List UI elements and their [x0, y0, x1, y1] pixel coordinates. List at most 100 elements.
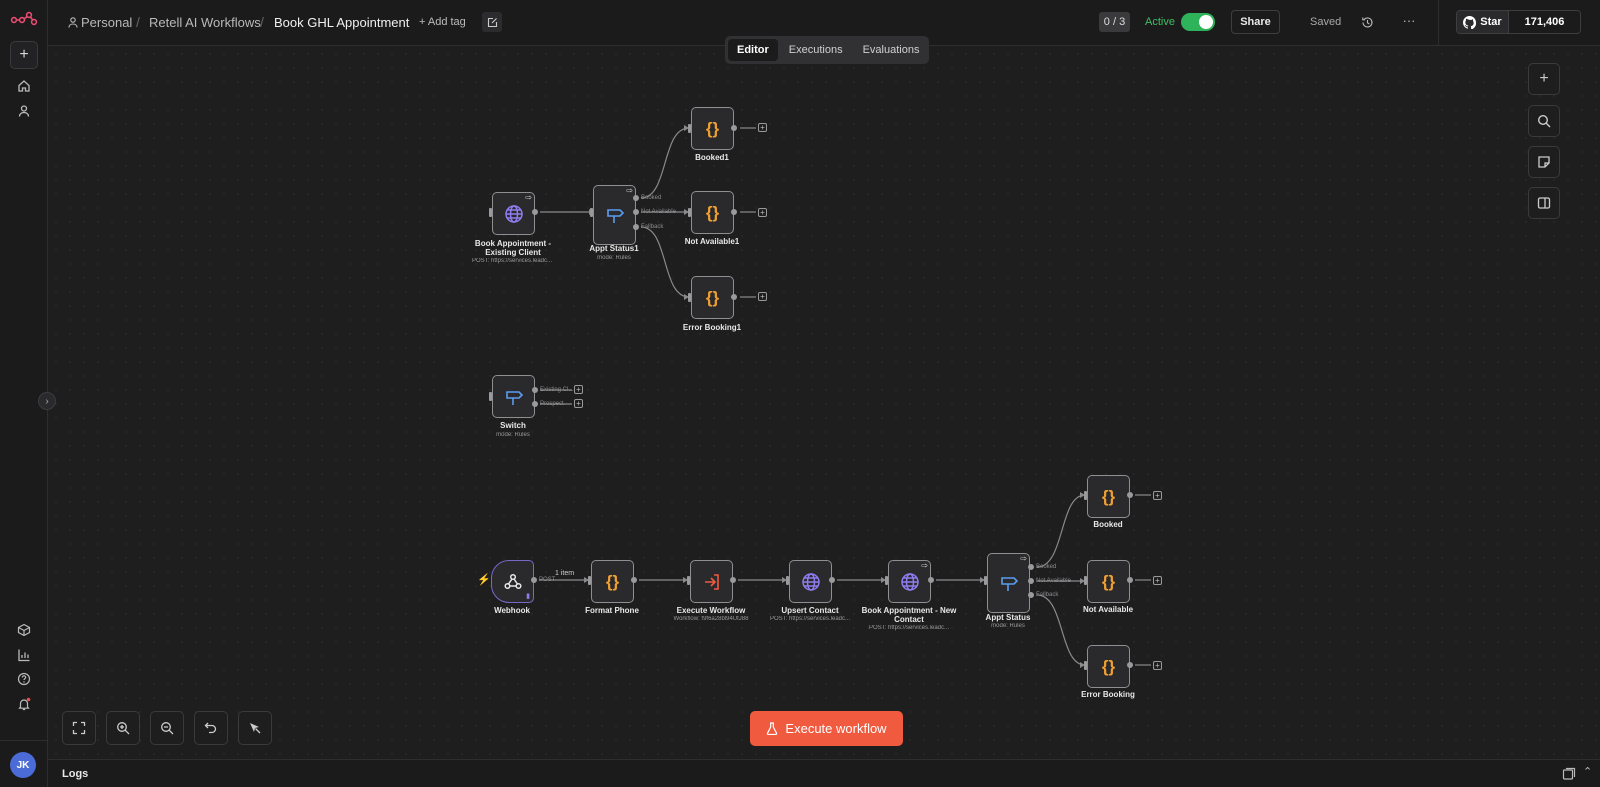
- output-label: Booked: [1036, 564, 1057, 570]
- code-node[interactable]: {}: [691, 107, 734, 150]
- help-icon[interactable]: [10, 665, 38, 693]
- signpost-icon: [606, 209, 624, 223]
- home-icon[interactable]: [10, 72, 38, 100]
- output-port[interactable]: [532, 209, 538, 215]
- templates-icon[interactable]: [10, 616, 38, 644]
- switch-node[interactable]: [492, 375, 535, 418]
- external-link-icon: ⇨: [626, 186, 633, 195]
- execute-workflow-button[interactable]: Execute workflow: [750, 711, 903, 746]
- workflow-canvas[interactable]: ⇨ Book Appointment - Existing Client POS…: [49, 47, 1600, 759]
- output-port[interactable]: [731, 294, 737, 300]
- curly-braces-icon: {}: [1101, 571, 1116, 591]
- add-node-button[interactable]: +: [758, 208, 767, 217]
- tab-executions[interactable]: Executions: [780, 39, 852, 61]
- add-node-button[interactable]: +: [758, 292, 767, 301]
- share-button[interactable]: Share: [1231, 10, 1280, 34]
- code-node[interactable]: {}: [691, 191, 734, 234]
- globe-icon: [801, 572, 820, 591]
- add-node-plus-icon[interactable]: +: [1528, 63, 1560, 95]
- active-toggle[interactable]: [1181, 13, 1215, 31]
- output-port[interactable]: [1127, 662, 1133, 668]
- edit-description-icon[interactable]: [482, 12, 502, 32]
- flask-icon: [767, 722, 778, 735]
- fit-view-icon[interactable]: [62, 711, 96, 745]
- tidy-up-wand-icon[interactable]: [238, 711, 272, 745]
- side-panel-icon[interactable]: [1528, 187, 1560, 219]
- workflow-name[interactable]: Book GHL Appointment: [274, 15, 409, 30]
- search-icon[interactable]: [1528, 105, 1560, 137]
- code-node[interactable]: {}: [1087, 560, 1130, 603]
- user-avatar[interactable]: JK: [10, 752, 36, 778]
- node-label: Book Appointment - Existing Client: [474, 239, 552, 257]
- sidebar-divider: [0, 740, 48, 741]
- output-port[interactable]: [731, 209, 737, 215]
- http-request-node[interactable]: [789, 560, 832, 603]
- zoom-in-icon[interactable]: [106, 711, 140, 745]
- webhook-trigger-node[interactable]: ▮: [491, 560, 534, 603]
- output-port[interactable]: [730, 577, 736, 583]
- http-request-node[interactable]: ⇨: [492, 192, 535, 235]
- signpost-icon: [1000, 577, 1018, 591]
- output-port[interactable]: [1028, 578, 1034, 584]
- history-icon[interactable]: [1358, 13, 1376, 31]
- output-port[interactable]: [1127, 577, 1133, 583]
- more-options-icon[interactable]: ···: [1400, 11, 1418, 29]
- switch-node[interactable]: ⇨: [593, 185, 636, 245]
- expand-sidebar-chevron-icon[interactable]: ›: [38, 392, 56, 410]
- code-node[interactable]: {}: [691, 276, 734, 319]
- output-port[interactable]: [531, 577, 537, 583]
- tab-editor[interactable]: Editor: [728, 39, 778, 61]
- output-port[interactable]: [631, 577, 637, 583]
- output-port[interactable]: [532, 387, 538, 393]
- n8n-logo-icon[interactable]: [6, 4, 42, 32]
- output-port[interactable]: [633, 209, 639, 215]
- output-port[interactable]: [928, 577, 934, 583]
- globe-icon: [504, 204, 523, 223]
- github-star-count: 171,406: [1508, 11, 1580, 33]
- add-node-button[interactable]: +: [1153, 491, 1162, 500]
- output-port[interactable]: [633, 224, 639, 230]
- output-label: Not Available: [641, 209, 676, 215]
- output-port[interactable]: [633, 195, 639, 201]
- http-request-node[interactable]: ⇨: [888, 560, 931, 603]
- add-node-button[interactable]: +: [758, 123, 767, 132]
- breadcrumb-personal[interactable]: Personal: [81, 15, 132, 30]
- add-tag-button[interactable]: + Add tag: [419, 16, 466, 28]
- pop-out-icon[interactable]: [1562, 767, 1576, 781]
- code-node[interactable]: {}: [591, 560, 634, 603]
- output-label: Fallback: [641, 224, 664, 230]
- output-port[interactable]: [829, 577, 835, 583]
- tab-evaluations[interactable]: Evaluations: [854, 39, 929, 61]
- node-label: Format Phone: [585, 606, 639, 615]
- undo-icon[interactable]: [194, 711, 228, 745]
- node-label: Switch: [500, 421, 526, 430]
- logs-panel-bar[interactable]: Logs ⌃: [48, 759, 1600, 787]
- breadcrumb-folder[interactable]: Retell AI Workflows: [149, 15, 261, 30]
- add-node-button[interactable]: +: [574, 385, 583, 394]
- add-node-button[interactable]: +: [574, 399, 583, 408]
- node-subtitle: POST: https://services.leadc...: [471, 258, 553, 264]
- output-port[interactable]: [731, 125, 737, 131]
- notifications-bell-icon[interactable]: [10, 690, 38, 718]
- curly-braces-icon: {}: [705, 202, 720, 222]
- code-node[interactable]: {}: [1087, 475, 1130, 518]
- add-node-button[interactable]: +: [1153, 661, 1162, 670]
- output-port[interactable]: [532, 401, 538, 407]
- chevron-up-icon[interactable]: ⌃: [1583, 765, 1592, 778]
- execute-workflow-label: Execute workflow: [785, 721, 887, 736]
- output-port[interactable]: [1028, 564, 1034, 570]
- user-icon[interactable]: [10, 97, 38, 125]
- code-node[interactable]: {}: [1087, 645, 1130, 688]
- execute-workflow-node[interactable]: [690, 560, 733, 603]
- switch-node[interactable]: ⇨: [987, 553, 1030, 613]
- create-button[interactable]: +: [10, 41, 38, 69]
- output-port[interactable]: [1028, 592, 1034, 598]
- zoom-out-icon[interactable]: [150, 711, 184, 745]
- sticky-note-icon[interactable]: [1528, 146, 1560, 178]
- external-link-icon: ⇨: [525, 193, 532, 202]
- node-label: Booked: [1093, 520, 1123, 529]
- output-port[interactable]: [1127, 492, 1133, 498]
- connection-lines: [539, 125, 1151, 668]
- add-node-button[interactable]: +: [1153, 576, 1162, 585]
- github-star-button[interactable]: Star 171,406: [1456, 10, 1581, 34]
